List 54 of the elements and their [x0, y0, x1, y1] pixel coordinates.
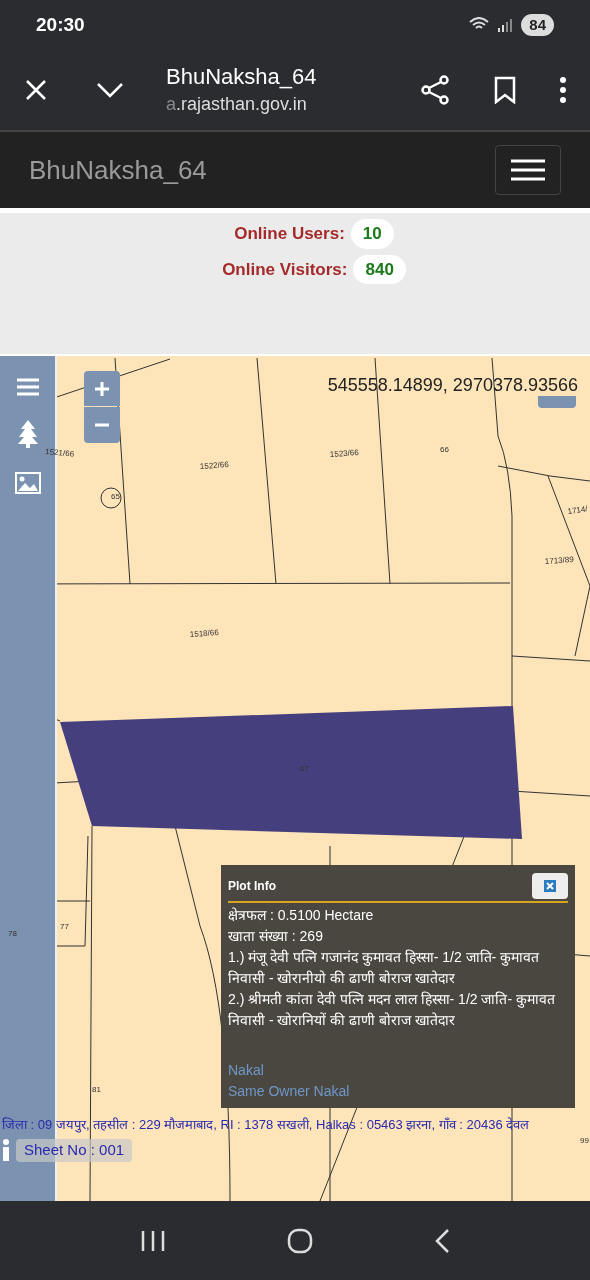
clock: 20:30 [36, 12, 85, 37]
selected-plot[interactable] [60, 706, 522, 839]
site-title: BhuNaksha_64 [29, 153, 207, 187]
plot-number: 66 [440, 445, 449, 454]
plot-number: 77 [60, 922, 69, 931]
plot-number: 1713/89 [544, 555, 574, 566]
close-icon[interactable] [24, 78, 48, 102]
page-url: a.rajasthan.gov.in [166, 92, 308, 116]
plot-number: 1518/66 [189, 628, 219, 639]
bookmark-icon[interactable] [494, 76, 516, 104]
page-title: BhuNaksha_64 [166, 62, 317, 91]
stat-label: Online Visitors: [222, 258, 348, 281]
plot-number: 99 [580, 1136, 589, 1145]
plot-detail: 1.) मंजू देवी पत्नि गजानंद कुमावत हिस्सा- 1/2 जाति- कुमावत निवासी - खोरानीयो की ढाणी बोराज खातेदार [228, 948, 541, 988]
home-icon[interactable] [287, 1227, 313, 1254]
plus-icon [94, 380, 110, 397]
plot-detail: क्षेत्रफल : 0.5100 Hectare [228, 906, 375, 925]
plot-number: 1714/ [567, 504, 589, 516]
signal-icon [497, 17, 514, 33]
menu-icon [511, 159, 545, 181]
menu-button[interactable] [495, 145, 561, 195]
sheet-number: Sheet No : 001 [16, 1139, 133, 1162]
plot-number: 81 [92, 1085, 101, 1094]
plot-number: 1523/66 [329, 448, 359, 459]
recent-apps-icon[interactable] [140, 1229, 167, 1252]
menu-icon[interactable] [16, 378, 39, 396]
plot-number: 65 [111, 492, 120, 501]
close-icon [544, 880, 556, 892]
stat-count: 10 [350, 219, 394, 249]
zoom-out-button[interactable] [84, 407, 120, 443]
close-button[interactable] [532, 873, 568, 899]
plot-number: 1521/66 [44, 447, 75, 459]
stat-count: 840 [353, 254, 406, 284]
tree-icon[interactable] [16, 420, 39, 448]
info-icon[interactable] [2, 1139, 10, 1162]
battery-indicator: 84 [521, 13, 554, 37]
marker-circle [100, 487, 122, 509]
share-icon[interactable] [420, 75, 450, 105]
image-icon[interactable] [14, 472, 41, 494]
nakal-link[interactable]: Same Owner Nakal [228, 1081, 350, 1102]
plot-detail: खाता संख्या : 269 [228, 927, 324, 946]
zoom-in-button[interactable] [84, 371, 120, 406]
more-options-icon[interactable] [560, 77, 566, 103]
plot-number: 67 [300, 764, 309, 773]
plot-number: 78 [8, 929, 17, 938]
back-icon[interactable] [433, 1227, 450, 1254]
popup-title: Plot Info [228, 878, 276, 895]
plot-detail: 2.) श्रीमती कांता देवी पत्नि मदन लाल हिस्सा- 1/2 जाति- कुमावत निवासी - खोरानियों की ढाणी बोराज खातेदार [228, 990, 557, 1030]
coordinates-readout: 545558.14899, 2970378.93566 [327, 374, 578, 397]
minus-icon [95, 423, 109, 427]
stat-label: Online Users: [234, 223, 345, 245]
plot-number: 1522/66 [199, 460, 229, 471]
nakal-link[interactable]: Nakal [228, 1060, 264, 1081]
chevron-down-icon[interactable] [96, 81, 124, 99]
